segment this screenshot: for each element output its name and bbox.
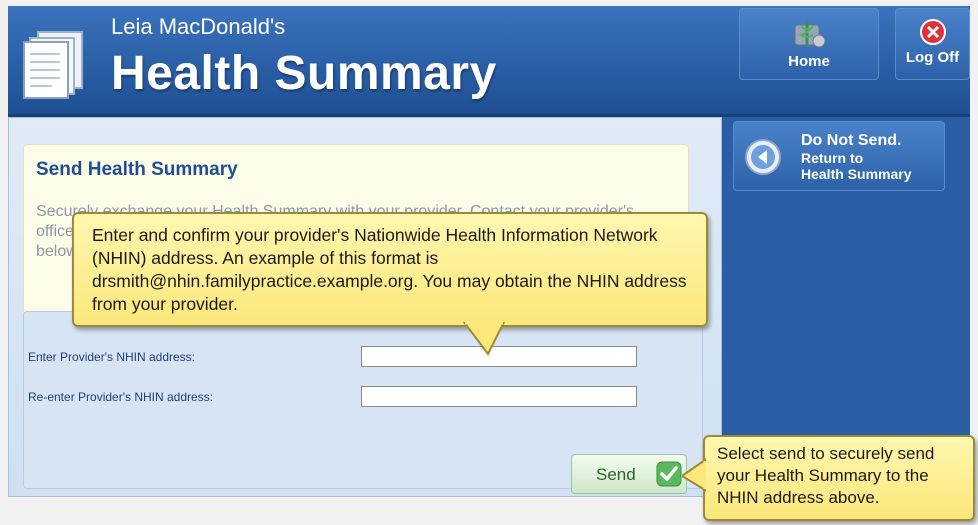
checkmark-icon — [656, 461, 682, 487]
patient-name: Leia MacDonald's — [111, 14, 286, 39]
nhin-help-text: Enter and confirm your provider's Nation… — [92, 225, 687, 314]
nhin-help-callout: Enter and confirm your provider's Nation… — [72, 212, 708, 327]
documents-icon — [23, 31, 83, 99]
nhin-address-confirm-label: Re-enter Provider's NHIN address: — [28, 390, 214, 404]
header-bar: Leia MacDonald's Health Summary Home Log… — [8, 6, 970, 117]
send-button[interactable]: Send — [571, 454, 687, 494]
back-arrow-icon — [745, 139, 781, 175]
return-target-label: Health Summary — [801, 166, 912, 182]
callout-pointer-2 — [682, 458, 706, 492]
send-help-callout: Select send to securely send your Health… — [703, 435, 975, 521]
logoff-button[interactable]: Log Off — [895, 8, 970, 80]
app-window: Leia MacDonald's Health Summary Home Log… — [0, 0, 978, 525]
send-label: Send — [596, 465, 636, 484]
do-not-send-button[interactable]: Do Not Send. Return to Health Summary — [733, 121, 945, 191]
callout-pointer — [462, 322, 506, 356]
do-not-send-text: Do Not Send. Return to Health Summary — [801, 132, 911, 182]
medical-caduceus-icon — [794, 21, 826, 48]
app-title: Health Summary — [111, 47, 497, 100]
home-label: Home — [788, 53, 830, 70]
home-button[interactable]: Home — [739, 8, 879, 80]
close-icon — [919, 19, 946, 45]
page-title: Send Health Summary — [36, 159, 238, 180]
do-not-send-label: Do Not Send. — [801, 132, 902, 149]
return-label: Return to — [801, 150, 864, 166]
address-form: Enter Provider's NHIN address: Re-enter … — [23, 311, 703, 494]
logoff-label: Log Off — [905, 49, 960, 66]
nhin-address-label: Enter Provider's NHIN address: — [28, 350, 196, 364]
nhin-address-confirm-input[interactable] — [361, 386, 637, 407]
send-help-text: Select send to securely send your Health… — [717, 444, 935, 507]
